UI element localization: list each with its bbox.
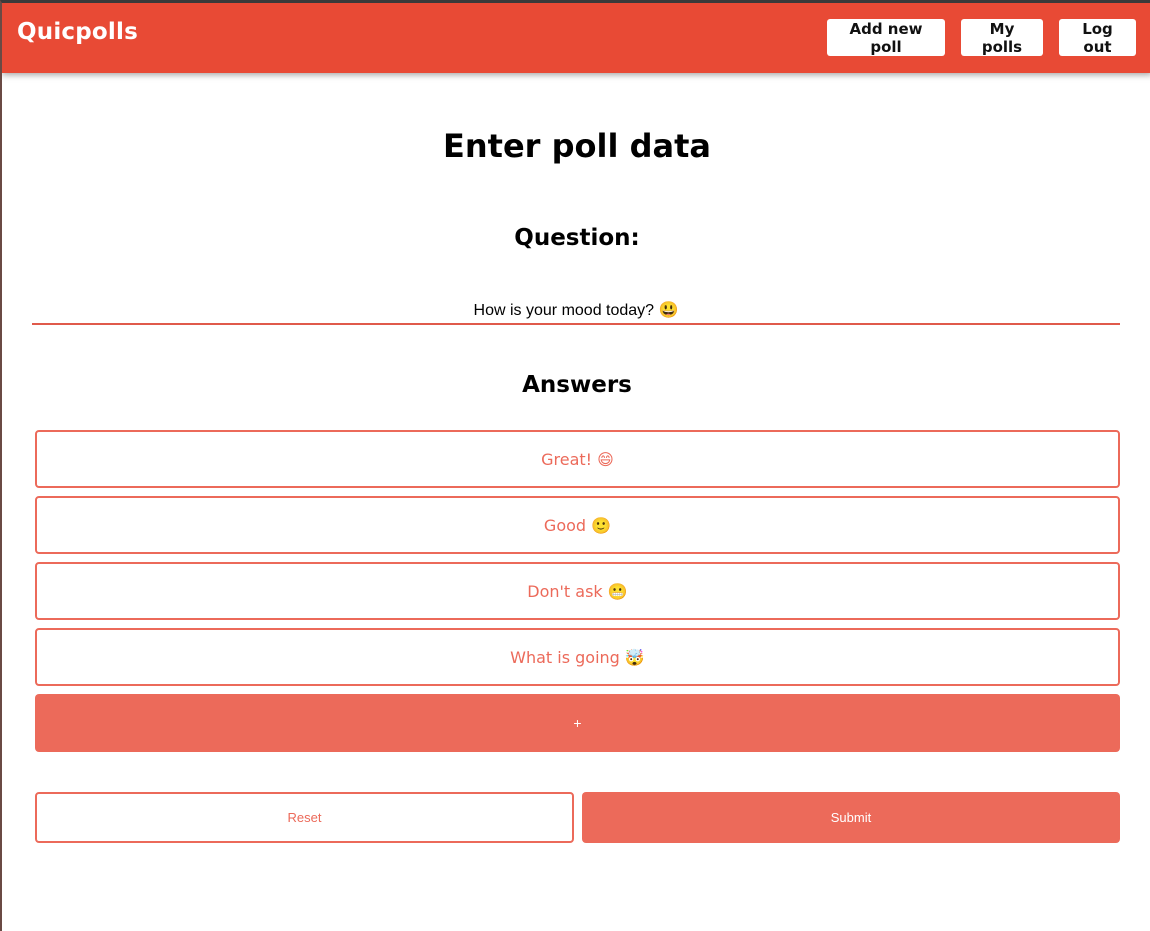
app-window: Quicpolls Add new poll My polls Log out … — [0, 0, 1150, 931]
submit-button[interactable]: Submit — [582, 792, 1120, 843]
navbar: Quicpolls Add new poll My polls Log out — [2, 3, 1150, 73]
answers-heading: Answers — [522, 372, 632, 398]
my-polls-button[interactable]: My polls — [961, 19, 1043, 56]
question-input[interactable] — [32, 297, 1120, 325]
answer-field-2[interactable]: Good 🙂 — [35, 496, 1120, 554]
answer-field-3[interactable]: Don't ask 😬 — [35, 562, 1120, 620]
page-title: Enter poll data — [443, 127, 711, 165]
log-out-button[interactable]: Log out — [1059, 19, 1136, 56]
add-answer-button[interactable]: + — [35, 694, 1120, 752]
brand-logo[interactable]: Quicpolls — [17, 19, 138, 45]
reset-button[interactable]: Reset — [35, 792, 574, 843]
answer-field-1[interactable]: Great! 😄 — [35, 430, 1120, 488]
add-new-poll-button[interactable]: Add new poll — [827, 19, 945, 56]
answer-field-4[interactable]: What is going 🤯 — [35, 628, 1120, 686]
question-heading: Question: — [514, 225, 640, 251]
